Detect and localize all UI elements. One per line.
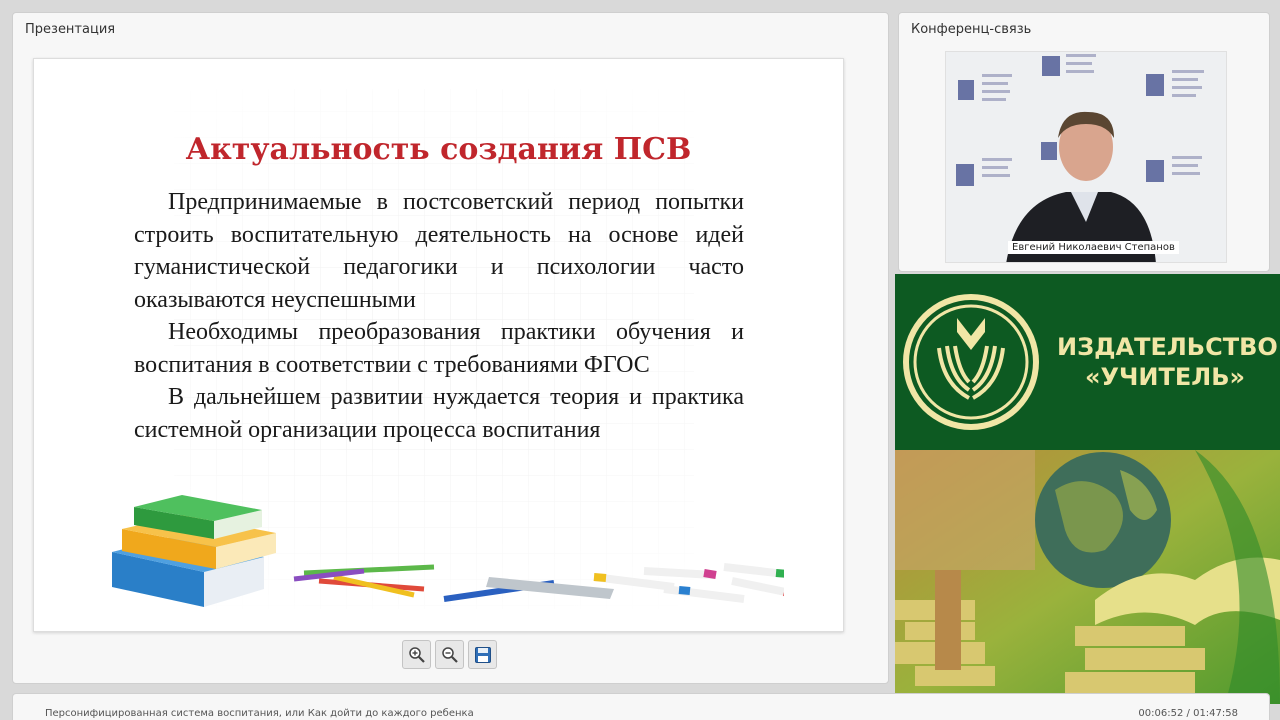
books-and-globe-image [895,450,1280,704]
time-separator: / [1183,708,1194,719]
slide-paragraph: Необходимы преобразования практики обуче… [134,319,744,378]
zoom-out-icon [441,646,458,663]
publisher-banner: ИЗДАТЕЛЬСТВО «УЧИТЕЛЬ» [895,274,1280,450]
slide-body: Предпринимаемые в постсоветский период п… [134,186,744,446]
speaker-video-frame [946,52,1226,262]
slide-paragraph: В дальнейшем развитии нуждается теория и… [134,384,744,443]
time-total: 01:47:58 [1193,708,1238,719]
speaker-name-label: Евгений Николаевич Степанов [1008,241,1179,254]
presentation-slide: Актуальность создания ПСВ Предпринимаемы… [33,58,844,632]
time-current: 00:06:52 [1138,708,1184,719]
lecture-title: Персонифицированная система воспитания, … [45,708,474,719]
books-and-pencils-illustration [112,495,784,607]
publisher-name: ИЗДАТЕЛЬСТВО «УЧИТЕЛЬ» [1057,332,1278,392]
publisher-name-line1: ИЗДАТЕЛЬСТВО [1057,333,1278,361]
speaker-video: Евгений Николаевич Степанов [945,51,1227,263]
zoom-out-button[interactable] [435,640,464,669]
presentation-panel-title: Презентация [25,22,116,37]
zoom-in-button[interactable] [402,640,431,669]
presentation-panel: Презентация Актуальность создания ПСВ Пр… [12,12,889,684]
save-button[interactable] [468,640,497,669]
publisher-logo [903,294,1039,430]
conference-panel-title: Конференц-связь [911,22,1032,37]
zoom-in-icon [408,646,425,663]
slide-toolbar [402,640,497,669]
playback-time: 00:06:52 / 01:47:58 [1138,708,1238,719]
status-bar: Персонифицированная система воспитания, … [12,693,1270,720]
save-icon [474,646,491,663]
publisher-name-line2: «УЧИТЕЛЬ» [1085,363,1245,391]
conference-panel: Конференц-связь Евгений Николаевич Степа… [898,12,1270,272]
slide-heading: Актуальность создания ПСВ [185,132,692,167]
slide-paragraph: Предпринимаемые в постсоветский период п… [134,189,744,313]
